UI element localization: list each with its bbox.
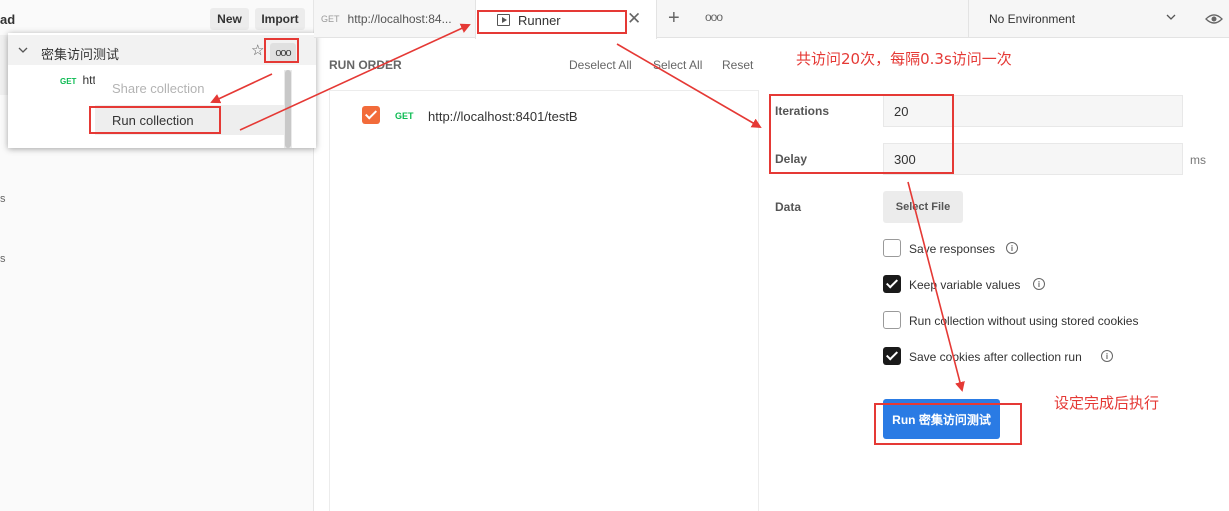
run-order-checkbox[interactable] [362, 106, 380, 124]
save-responses-label: Save responses [909, 242, 996, 256]
tab-request[interactable]: GET http://localhost:84... [314, 0, 474, 38]
data-label: Data [775, 200, 802, 214]
save-cookies-label: Save cookies after collection run [909, 350, 1082, 364]
chevron-down-icon[interactable] [1166, 12, 1176, 22]
environment-selector[interactable]: No Environment [968, 0, 1193, 38]
checkmark-icon [364, 107, 378, 120]
collection-request-item[interactable]: GET htt [60, 73, 96, 87]
sidebar-clipped-text: s [0, 193, 6, 205]
tab-method: GET [321, 14, 340, 24]
checkmark-icon [885, 276, 899, 289]
share-collection-menu-item[interactable]: Share collection [95, 73, 285, 103]
run-order-method: GET [395, 111, 414, 121]
eye-icon[interactable] [1205, 12, 1223, 26]
annotation-box-settings [769, 94, 954, 174]
request-url: htt [82, 73, 96, 87]
save-cookies-checkbox[interactable] [883, 347, 901, 365]
close-icon[interactable]: ✕ [627, 9, 641, 29]
keep-variable-values-label: Keep variable values [909, 278, 1021, 292]
info-icon[interactable]: i [1033, 278, 1045, 290]
menu-scrollbar-thumb[interactable] [285, 70, 291, 148]
new-tab-plus-icon[interactable]: + [668, 7, 680, 30]
annotation-box-runner-tab [477, 10, 627, 34]
sidebar-clipped-text: s [0, 253, 6, 265]
deselect-all-button[interactable]: Deselect All [569, 58, 632, 72]
annotation-note-bottom: 设定完成后执行 [1054, 394, 1160, 412]
star-icon[interactable]: ☆ [251, 41, 264, 59]
annotation-box-more [264, 38, 299, 63]
annotation-box-run-collection [89, 106, 221, 134]
run-order-list [329, 90, 759, 511]
annotation-box-run-button [874, 403, 1022, 445]
new-button[interactable]: New [210, 8, 249, 30]
collection-name: 密集访问测试 [41, 47, 120, 62]
environment-label: No Environment [989, 12, 1076, 26]
info-icon[interactable]: i [1006, 242, 1018, 254]
annotation-note-top: 共访问20次，每隔0.3s访问一次 [796, 50, 1012, 68]
sidebar-header-title: ad [0, 12, 16, 27]
checkmark-icon [885, 348, 899, 361]
tab-request-label: http://localhost:84... [347, 12, 452, 26]
select-file-button[interactable]: Select File [883, 191, 963, 223]
run-without-cookies-label: Run collection without using stored cook… [909, 314, 1139, 328]
tab-more-icon[interactable]: ooo [705, 10, 723, 24]
import-button[interactable]: Import [255, 8, 305, 30]
keep-variable-values-checkbox[interactable] [883, 275, 901, 293]
delay-unit: ms [1190, 153, 1206, 167]
select-all-button[interactable]: Select All [653, 58, 702, 72]
reset-button[interactable]: Reset [722, 58, 753, 72]
chevron-down-icon[interactable] [18, 45, 28, 55]
request-method: GET [60, 77, 77, 86]
run-without-cookies-checkbox[interactable] [883, 311, 901, 329]
run-order-url: http://localhost:8401/testB [428, 109, 578, 124]
run-order-title: RUN ORDER [329, 58, 402, 72]
info-icon[interactable]: i [1101, 350, 1113, 362]
save-responses-checkbox[interactable] [883, 239, 901, 257]
